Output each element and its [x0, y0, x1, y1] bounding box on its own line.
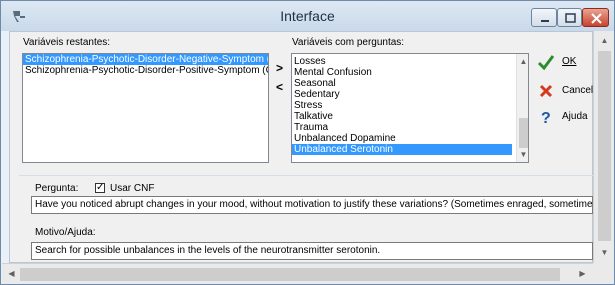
list-item[interactable]: Schizophrenia-Psychotic-Disorder-Positiv… — [23, 65, 268, 76]
question-label: Pergunta: — [35, 183, 79, 194]
list-item[interactable]: Mental Confusion — [292, 67, 528, 78]
cancel-button[interactable]: Cancela — [533, 80, 593, 102]
ok-label: OK — [562, 56, 577, 67]
scroll-down-icon[interactable]: ▼ — [517, 149, 528, 161]
help-label: Ajuda — [562, 111, 588, 122]
list-item[interactable]: Trauma — [292, 122, 528, 133]
scroll-down-icon[interactable]: ▼ — [598, 247, 611, 259]
scroll-left-icon[interactable]: ◀ — [5, 268, 18, 280]
use-cnf-label: Usar CNF — [110, 183, 155, 194]
reason-help-field[interactable]: Search for possible unbalances in the le… — [31, 242, 593, 260]
minimize-button[interactable] — [531, 8, 557, 27]
cancel-x-icon — [539, 84, 553, 98]
list-item[interactable]: Stress — [292, 100, 528, 111]
svg-text:?: ? — [541, 110, 551, 126]
maximize-icon — [565, 13, 576, 23]
scroll-thumb[interactable] — [20, 268, 560, 281]
list-item[interactable]: Unbalanced Serotonin — [292, 144, 512, 155]
list-item[interactable]: Seasonal — [292, 78, 528, 89]
check-icon — [537, 55, 555, 71]
help-button[interactable]: ? Ajuda — [533, 106, 593, 128]
list-scrollbar[interactable]: ▲ ▼ — [516, 54, 528, 162]
list-item[interactable]: Sedentary — [292, 89, 528, 100]
title-bar[interactable]: Interface — [1, 1, 614, 31]
window-title: Interface — [280, 8, 335, 24]
scroll-up-icon[interactable]: ▲ — [598, 35, 611, 47]
check-mark-icon: ✓ — [96, 182, 105, 193]
resize-grip-icon[interactable] — [593, 263, 614, 284]
list-item[interactable]: Schizophrenia-Psychotic-Disorder-Negativ… — [23, 54, 268, 65]
interface-window: Interface Variáveis restantes: Schizophr… — [0, 0, 615, 285]
scroll-thumb[interactable] — [598, 51, 611, 241]
remove-variable-button[interactable]: < — [276, 80, 283, 94]
close-button[interactable] — [582, 8, 609, 27]
list-item[interactable]: Unbalanced Dopamine — [292, 133, 528, 144]
minimize-icon — [541, 20, 549, 22]
list-item[interactable]: Losses — [292, 56, 528, 67]
scroll-right-icon[interactable]: ▶ — [576, 268, 589, 280]
close-icon — [591, 13, 602, 24]
scroll-thumb[interactable] — [519, 118, 528, 148]
reason-help-label: Motivo/Ajuda: — [35, 227, 96, 238]
ok-button[interactable]: OK — [533, 51, 593, 73]
remaining-variables-list[interactable]: Schizophrenia-Psychotic-Disorder-Negativ… — [22, 53, 269, 163]
cancel-label: Cancela — [562, 85, 593, 96]
list-item[interactable]: Talkative — [292, 111, 528, 122]
maximize-button[interactable] — [557, 8, 582, 27]
help-question-icon: ? — [541, 110, 551, 126]
variables-with-questions-label: Variáveis com perguntas: — [292, 37, 405, 48]
add-variable-button[interactable]: > — [276, 61, 283, 75]
window-horizontal-scrollbar[interactable]: ◀ ▶ — [2, 263, 593, 284]
scroll-up-icon[interactable]: ▲ — [517, 56, 528, 68]
use-cnf-checkbox[interactable]: ✓ — [95, 182, 105, 193]
question-text-field[interactable]: Have you noticed abrupt changes in your … — [31, 196, 593, 214]
window-vertical-scrollbar[interactable]: ▲ ▼ — [593, 31, 614, 263]
remaining-variables-label: Variáveis restantes: — [23, 37, 111, 48]
variables-with-questions-list[interactable]: Losses Mental Confusion Seasonal Sedenta… — [291, 53, 529, 163]
